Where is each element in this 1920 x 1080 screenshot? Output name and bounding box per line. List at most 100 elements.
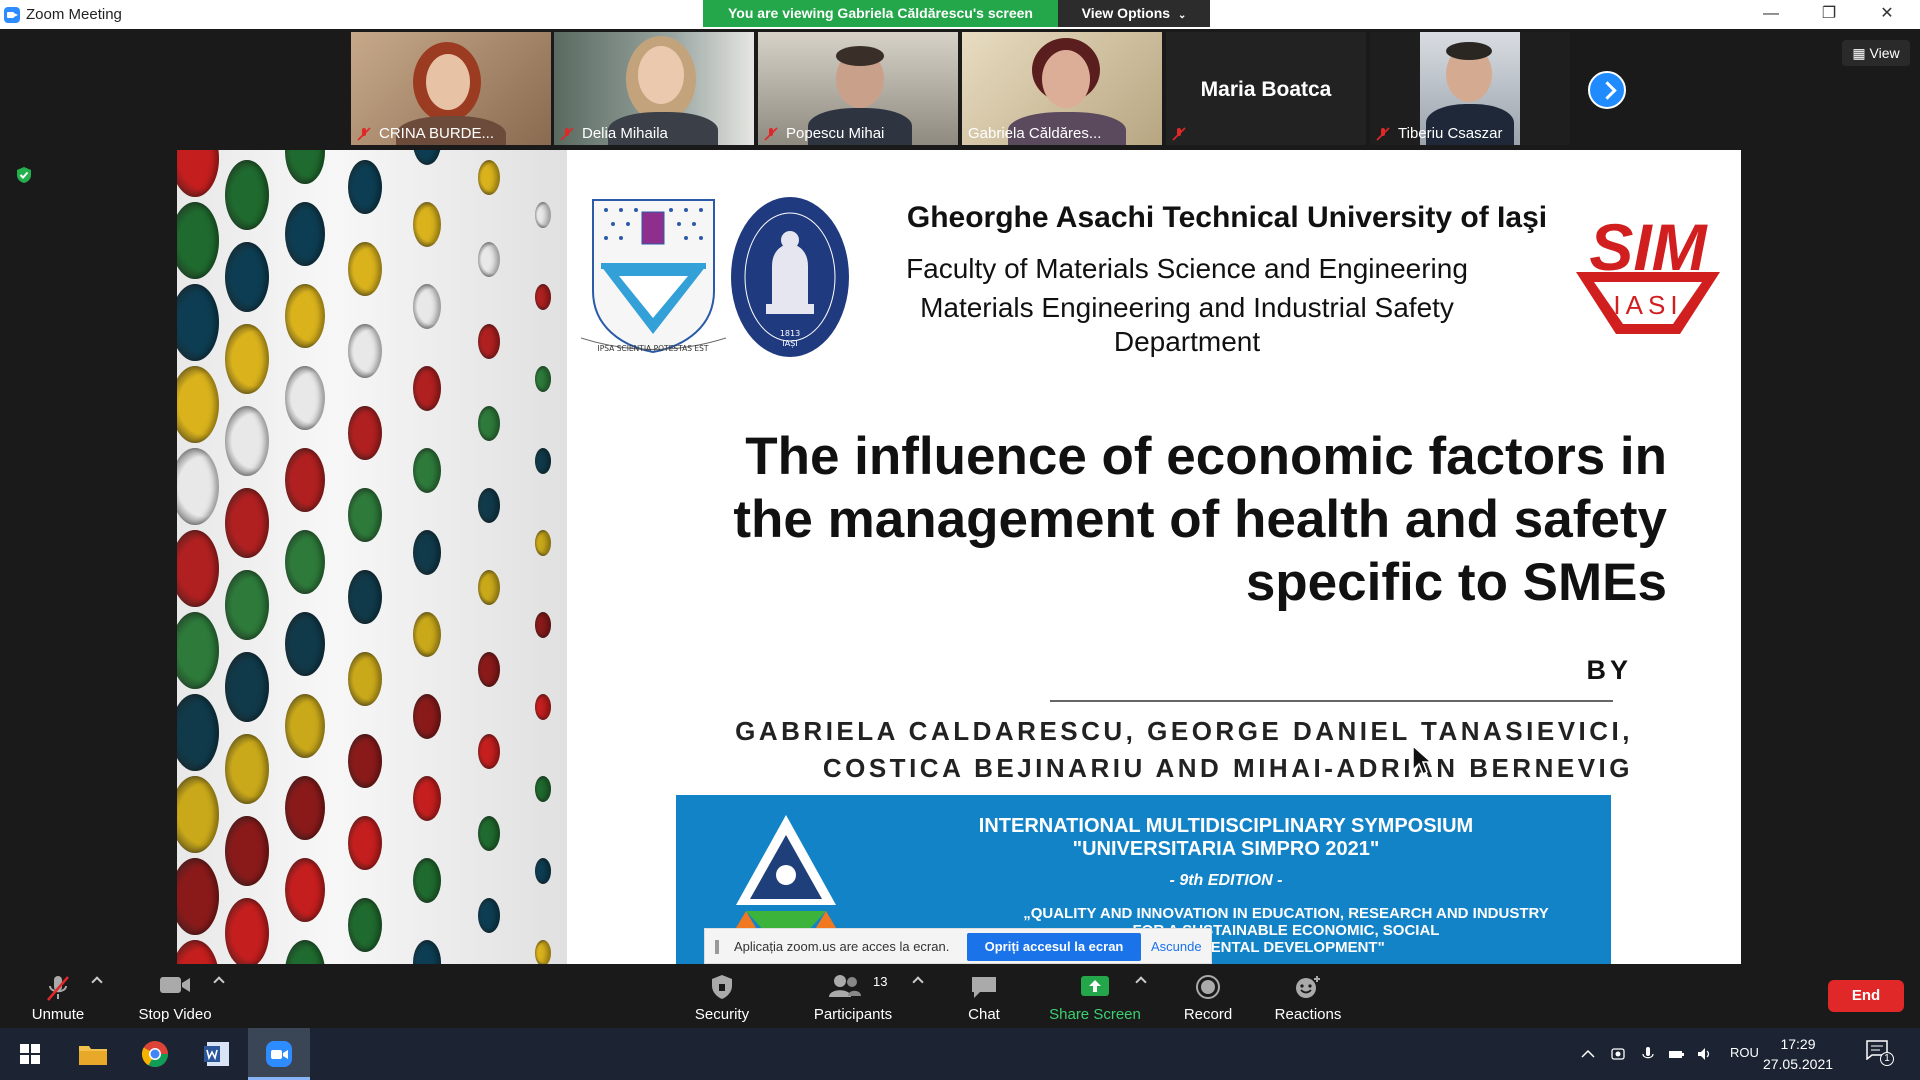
participant-face [1042,50,1090,108]
decorative-dot [413,858,441,903]
participant-face [638,46,684,104]
decorative-dot [413,612,441,657]
participant-tile[interactable]: Delia Mihaila [554,32,754,145]
action-center-button[interactable]: 1 [1866,1040,1896,1068]
security-button[interactable]: Security [682,964,762,1028]
record-button[interactable]: Record [1168,964,1248,1028]
decorative-dot [535,284,551,310]
decorative-dot [535,694,551,720]
participant-tile[interactable]: Tiberiu Csaszar [1370,32,1570,145]
taskbar-file-explorer[interactable] [62,1028,124,1080]
screen-share-banner: You are viewing Gabriela Căldărescu's sc… [703,0,1058,27]
decorative-dot [225,734,269,805]
unmute-button[interactable]: Unmute [18,964,98,1028]
participant-name: Delia Mihaila [582,125,668,142]
encryption-shield-icon[interactable] [16,166,32,184]
symposium-edition: - 9th EDITION - [1169,872,1283,889]
window-titlebar: Zoom Meeting You are viewing Gabriela Că… [0,0,1920,29]
taskbar-zoom[interactable] [248,1028,310,1080]
decorative-dot [225,242,269,313]
reactions-label: Reactions [1274,1006,1342,1023]
participants-label: Participants [813,1006,893,1023]
meeting-controls-toolbar: Unmute Stop Video Security 13 Participan… [0,964,1920,1028]
view-options-button[interactable]: View Options ⌄ [1058,0,1210,27]
microphone-in-use-icon[interactable] [1640,1046,1656,1062]
decorative-dot [285,776,325,840]
camera-in-use-icon[interactable] [1610,1046,1626,1062]
taskbar-chrome[interactable] [124,1028,186,1080]
by-label: BY [1586,655,1632,685]
notification-message: Aplicația zoom.us are acces la ecran. [734,939,950,954]
hide-notification-link[interactable]: Ascunde [1151,939,1202,954]
decorative-dot [177,202,219,279]
decorative-dot [225,570,269,641]
participants-options-chevron-icon[interactable] [912,976,924,988]
participant-hair [836,46,884,66]
stop-screen-access-button[interactable]: Opriți accesul la ecran [967,933,1141,961]
participant-thumbnail-strip: CRINA BURDE... Delia Mihaila Popescu Mih… [0,29,1920,149]
decorative-dot [478,488,500,524]
decorative-dot [285,448,325,512]
participant-tile[interactable]: Popescu Mihai [758,32,958,145]
decorative-dots-image [177,150,567,964]
windows-taskbar: ROU 17:29 27.05.2021 1 [0,1028,1920,1080]
participants-button[interactable]: 13 Participants [803,964,903,1028]
decorative-dot [478,734,500,770]
clock-date: 27.05.2021 [1762,1056,1834,1072]
stop-video-label: Stop Video [138,1006,212,1023]
decorative-dot [413,150,441,165]
decorative-dot [225,488,269,559]
participant-tile-no-video[interactable]: Maria Boatca [1166,32,1366,145]
stop-video-button[interactable]: Stop Video [130,964,220,1028]
decorative-dot [177,858,219,935]
decorative-dot [348,734,382,789]
restore-button[interactable]: ❐ [1800,0,1858,29]
show-hidden-icons-chevron-icon[interactable] [1580,1046,1596,1062]
end-meeting-button[interactable]: End [1828,980,1904,1012]
clock[interactable]: 17:29 27.05.2021 [1748,1034,1848,1074]
participant-name: Maria Boatca [1200,78,1332,101]
share-screen-button[interactable]: Share Screen [1045,964,1145,1028]
minimize-button[interactable]: — [1742,0,1800,29]
chat-button[interactable]: Chat [944,964,1024,1028]
participant-tile[interactable]: CRINA BURDE... [351,32,551,145]
record-label: Record [1183,1006,1233,1023]
battery-icon[interactable] [1668,1046,1684,1062]
university-name: Gheorghe Asachi Technical University of … [906,201,1548,234]
reactions-button[interactable]: Reactions [1268,964,1348,1028]
speaker-volume-icon[interactable] [1696,1046,1712,1062]
decorative-dot [177,694,219,771]
decorative-dot [348,816,382,871]
decorative-dot [285,150,325,184]
participant-name: Popescu Mihai [786,125,885,142]
presentation-title: The influence of economic factors in the… [597,425,1667,614]
word-icon [204,1042,229,1066]
logo-motto-text: IPSA SCIENTIA POTESTAS EST [598,344,709,353]
participant-name: Gabriela Căldăres... [968,125,1102,142]
participant-tile-active-speaker[interactable]: Gabriela Căldăres... [962,32,1162,145]
close-window-button[interactable]: ✕ [1858,0,1916,29]
university-seal-logo: 1813 IAȘI [731,197,849,357]
seal-year-text: 1813 [780,329,800,338]
taskbar-word[interactable] [186,1028,248,1080]
decorative-dot [348,242,382,297]
title-line: The influence of economic factors in [745,427,1667,486]
decorative-dot [478,324,500,360]
decorative-dot [535,858,551,884]
zoom-app-icon [4,7,20,23]
decorative-dot [348,406,382,461]
decorative-dot [177,284,219,361]
next-participants-button[interactable] [1588,71,1626,109]
decorative-dot [413,284,441,329]
decorative-dot [535,940,551,964]
folder-icon [79,1046,107,1065]
windows-logo-icon [20,1044,40,1064]
view-layout-button[interactable]: ▦ View [1842,40,1910,66]
participant-face [426,54,470,110]
drag-handle-icon[interactable] [715,940,719,954]
start-button[interactable] [0,1028,62,1080]
decorative-dot [348,570,382,625]
decorative-dot [348,898,382,953]
title-line: specific to SMEs [1245,553,1667,612]
security-shield-icon [712,975,732,999]
